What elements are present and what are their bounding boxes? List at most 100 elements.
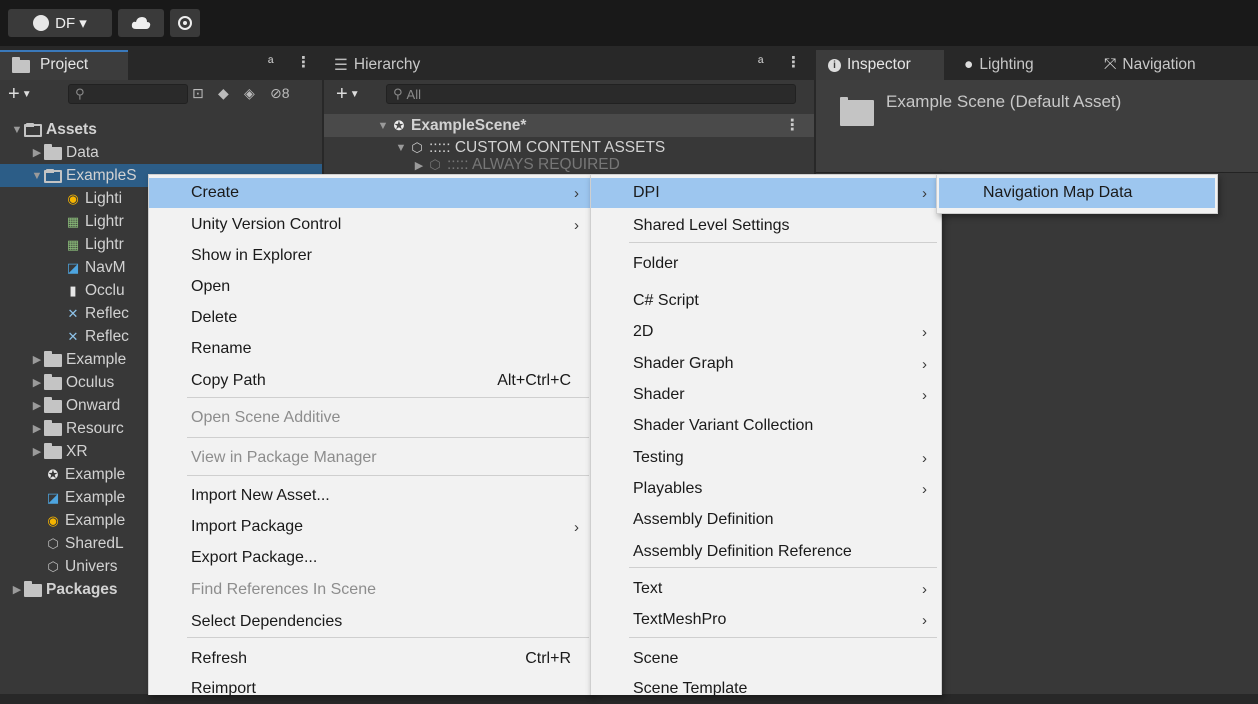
add-dropdown-icon[interactable]: ▼ xyxy=(350,89,360,100)
menu-item-label: Open xyxy=(191,278,231,295)
hierarchy-item-label: ::::: ALWAYS REQUIRED xyxy=(447,158,620,172)
project-tree-item[interactable]: ▼ Assets xyxy=(0,118,322,141)
menu-item[interactable]: Assembly Definition xyxy=(591,505,941,535)
add-icon[interactable]: + xyxy=(8,83,20,106)
tab-inspector[interactable]: i Inspector xyxy=(816,50,944,80)
project-search-input[interactable]: ⚲ xyxy=(68,84,188,104)
menu-item[interactable]: Text › xyxy=(591,574,941,604)
menu-item[interactable]: Open xyxy=(149,272,593,302)
menu-item[interactable]: Export Package... xyxy=(149,543,593,573)
main-toolbar: DF ▾ xyxy=(0,0,1258,46)
menu-item[interactable]: Shader › xyxy=(591,380,941,410)
expand-arrow-icon[interactable]: ▶ xyxy=(30,399,44,412)
menu-item[interactable]: Refresh Ctrl+R xyxy=(149,644,593,674)
menu-item-label: Rename xyxy=(191,340,252,357)
search-icon: ⚲ xyxy=(393,86,403,101)
menu-item[interactable]: Copy Path Alt+Ctrl+C xyxy=(149,366,593,396)
hierarchy-item[interactable]: ▼ ⬡ ::::: CUSTOM CONTENT ASSETS xyxy=(324,136,666,159)
menu-item[interactable]: Import Package › xyxy=(149,512,593,542)
menu-item-label: Export Package... xyxy=(191,549,318,566)
expand-arrow-icon[interactable]: ▼ xyxy=(30,170,44,182)
menu-item[interactable]: Testing › xyxy=(591,443,941,473)
scene-row[interactable]: ▼ ✪ ExampleScene* ⋮ xyxy=(324,114,814,137)
menu-item[interactable]: Scene Template xyxy=(591,674,941,704)
lightbulb-icon: ● xyxy=(964,56,974,73)
folder-icon xyxy=(44,397,62,413)
navigation-icon: ⤧ xyxy=(1104,56,1117,73)
hierarchy-search-input[interactable]: ⚲ All xyxy=(386,84,796,104)
menu-item-label: Refresh xyxy=(191,650,248,667)
menu-item[interactable]: Unity Version Control › xyxy=(149,210,593,240)
expand-arrow-icon[interactable]: ▶ xyxy=(412,159,426,172)
folder-open-icon xyxy=(44,169,62,183)
chevron-right-icon: › xyxy=(922,184,927,202)
tab-project[interactable]: Project xyxy=(0,50,128,80)
cloud-button[interactable] xyxy=(118,9,164,37)
expand-arrow-icon[interactable]: ▶ xyxy=(10,583,24,596)
account-button[interactable]: DF ▾ xyxy=(8,9,112,37)
lighting-settings-icon: ◉ xyxy=(47,512,59,528)
menu-item[interactable]: Navigation Map Data xyxy=(939,178,1215,208)
chevron-right-icon: › xyxy=(574,184,579,202)
lock-icon[interactable]: ª xyxy=(758,55,764,72)
menu-item[interactable]: 2D › xyxy=(591,317,941,347)
menu-item[interactable]: Delete xyxy=(149,303,593,333)
more-options-icon[interactable]: ⋮ xyxy=(786,53,801,71)
menu-item-label: Open Scene Additive xyxy=(191,409,341,426)
menu-item[interactable]: Create › xyxy=(149,178,593,208)
menu-item[interactable]: Folder xyxy=(591,249,941,279)
menu-item[interactable]: Import New Asset... xyxy=(149,481,593,511)
expand-arrow-icon[interactable]: ▶ xyxy=(30,376,44,389)
menu-item[interactable]: TextMeshPro › xyxy=(591,605,941,635)
project-tree-item-label: ExampleS xyxy=(66,166,137,184)
expand-arrow-icon[interactable]: ▶ xyxy=(30,422,44,435)
more-options-icon[interactable]: ⋮ xyxy=(296,53,311,71)
lock-icon[interactable]: ª xyxy=(268,55,274,72)
info-icon: i xyxy=(828,58,841,72)
menu-item[interactable]: Playables › xyxy=(591,474,941,504)
folder-icon xyxy=(12,56,30,73)
project-tree-item[interactable]: ▶ Data xyxy=(0,141,322,164)
search-by-label-icon[interactable]: ◆ xyxy=(218,85,229,102)
project-tree-item-label: XR xyxy=(66,442,88,460)
collab-icon xyxy=(178,16,192,30)
project-toolbar: + ▼ ⚲ ⊡ ◆ ◈ ⊘8 xyxy=(8,82,318,106)
menu-item[interactable]: C# Script xyxy=(591,286,941,316)
chevron-right-icon: › xyxy=(922,449,927,467)
reflection-probe-icon: ✕ xyxy=(67,328,79,344)
expand-arrow-icon[interactable]: ▼ xyxy=(394,142,408,154)
hierarchy-item[interactable]: ▶ ⬡ ::::: ALWAYS REQUIRED xyxy=(324,158,620,172)
tab-navigation[interactable]: ⤧ Navigation xyxy=(1096,50,1258,80)
expand-arrow-icon[interactable]: ▼ xyxy=(10,124,24,136)
menu-item[interactable]: Assembly Definition Reference xyxy=(591,537,941,567)
menu-item[interactable]: Rename xyxy=(149,334,593,364)
tag-icon[interactable]: ◈ xyxy=(244,85,255,102)
expand-arrow-icon[interactable]: ▼ xyxy=(376,120,390,132)
menu-item[interactable]: Shared Level Settings xyxy=(591,211,941,241)
project-tree-item-label: Oculus xyxy=(66,373,115,391)
collab-button[interactable] xyxy=(170,9,200,37)
project-tree-item-label: Assets xyxy=(46,120,97,138)
menu-item[interactable]: Show in Explorer xyxy=(149,241,593,271)
add-icon[interactable]: + xyxy=(336,83,348,106)
folder-icon xyxy=(44,443,62,459)
menu-item[interactable]: Select Dependencies xyxy=(149,607,593,637)
menu-item[interactable]: DPI › xyxy=(591,178,941,208)
menu-item[interactable]: Reimport xyxy=(149,674,593,704)
expand-arrow-icon[interactable]: ▶ xyxy=(30,146,44,159)
hidden-packages-icon[interactable]: ⊘8 xyxy=(270,85,290,102)
menu-item-label: 2D xyxy=(633,323,654,340)
expand-arrow-icon[interactable]: ▶ xyxy=(30,445,44,458)
scene-options-icon[interactable]: ⋮ xyxy=(785,116,801,135)
add-dropdown-icon[interactable]: ▼ xyxy=(22,89,32,100)
menu-item[interactable]: Shader Variant Collection xyxy=(591,411,941,441)
menu-item[interactable]: Shader Graph › xyxy=(591,349,941,379)
menu-item-label: Select Dependencies xyxy=(191,613,343,630)
menu-item[interactable]: Scene xyxy=(591,644,941,674)
tab-hierarchy[interactable]: ☰ Hierarchy xyxy=(334,50,474,80)
search-placeholder: All xyxy=(406,86,421,102)
project-tree-item-label: SharedL xyxy=(65,534,124,552)
search-by-type-icon[interactable]: ⊡ xyxy=(192,85,204,102)
expand-arrow-icon[interactable]: ▶ xyxy=(30,353,44,366)
tab-lighting[interactable]: ● Lighting xyxy=(956,50,1074,80)
